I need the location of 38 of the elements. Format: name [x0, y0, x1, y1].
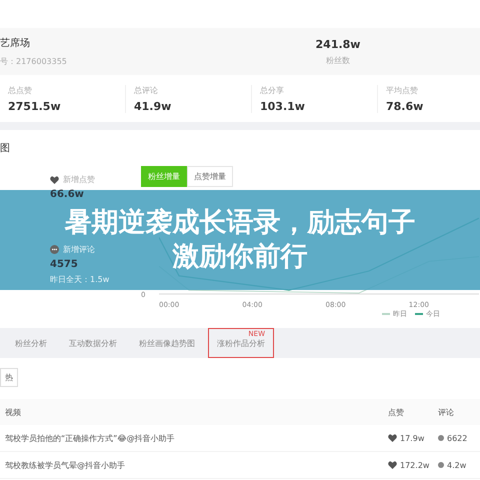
banner-title: 暑期逆袭成长语录，励志句子 [64, 208, 416, 238]
comments-count: 6622 [447, 434, 468, 442]
stat-value: 2751.5w [8, 100, 61, 112]
metric-label: 新增评论 [63, 244, 95, 255]
chart-toggle-button[interactable]: 点赞增量 [187, 166, 233, 187]
stat-label: 总评论 [134, 84, 158, 96]
heart-icon [388, 434, 397, 442]
likes-count: 172.2w [400, 460, 430, 470]
column-header: 视频 [5, 406, 22, 418]
followers-value: 241.8w [316, 38, 360, 50]
likes-count: 17.9w [400, 434, 424, 442]
stat-label: 总分享 [260, 84, 284, 96]
metric-note: 昨日全天：1.5w [50, 274, 110, 285]
stat-label: 总点赞 [8, 84, 32, 96]
metric-value: 4575 [50, 259, 79, 270]
metric-label: 新增点赞 [63, 174, 95, 185]
stat-value: 78.6w [386, 100, 424, 112]
tab[interactable]: 粉丝画像趋势图 [130, 328, 204, 358]
stat-value: 103.1w [260, 100, 305, 112]
filter-button[interactable]: 热 [0, 368, 18, 387]
banner-title: 激励你前行 [172, 242, 308, 272]
video-title: 驾校教练被学员气晕@抖音小助手 [5, 460, 126, 470]
chart-toggle-button[interactable]: 粉丝增量 [141, 166, 187, 187]
section-title: 图 [0, 142, 10, 155]
video-title: 驾校学员拍他的“正确操作方式”😂@抖音小助手 [5, 432, 176, 444]
stat-label: 平均点赞 [386, 84, 418, 96]
tab[interactable]: 互动数据分析 [60, 328, 126, 358]
account-id: 号：2176003355 [0, 56, 68, 67]
comments-count: 4.2w [447, 460, 466, 470]
metric-value: 66.6w [50, 189, 85, 200]
account-name: 艺席场 [0, 36, 31, 50]
column-header: 评论 [438, 406, 455, 418]
stat-value: 41.9w [134, 100, 172, 112]
tab[interactable]: 粉丝分析 [6, 328, 56, 358]
heart-icon [388, 461, 397, 469]
followers-label: 粉丝数 [326, 54, 350, 66]
column-header: 点赞 [388, 406, 405, 418]
heart-icon [50, 176, 59, 184]
